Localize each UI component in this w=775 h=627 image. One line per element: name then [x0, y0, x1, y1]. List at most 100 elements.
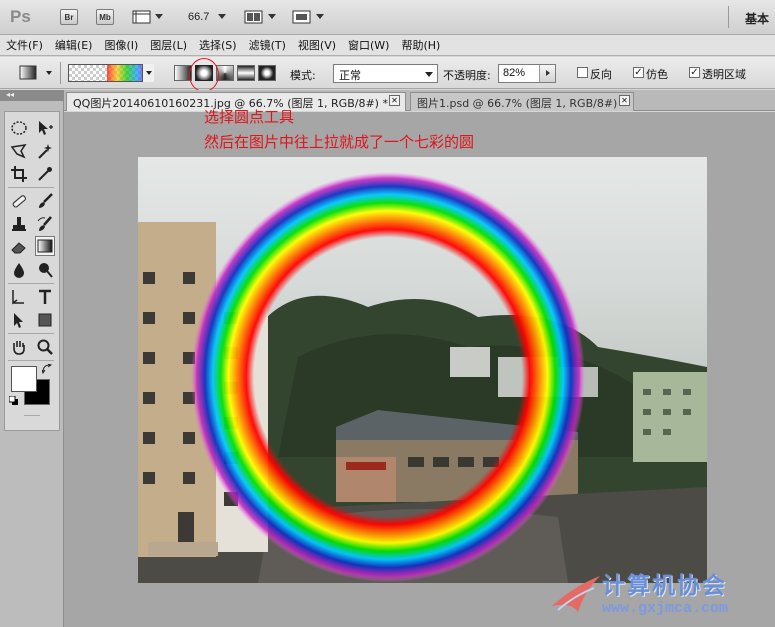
workspace-switcher[interactable]: 基本	[745, 10, 769, 27]
menu-bar: 文件(F) 编辑(E) 图像(I) 图层(L) 选择(S) 滤镜(T) 视图(V…	[0, 35, 775, 56]
photoshop-logo: Ps	[10, 7, 31, 26]
transparency-label: 透明区域	[702, 68, 746, 81]
close-tab-icon[interactable]: ✕	[389, 95, 400, 106]
water-drop-icon	[14, 263, 24, 278]
menu-image[interactable]: 图像(I)	[104, 37, 138, 53]
gradient-icon	[37, 239, 53, 253]
reverse-checkbox[interactable]	[577, 67, 588, 78]
divider	[728, 6, 729, 28]
watermark-logo	[552, 576, 600, 612]
opacity-slider-toggle[interactable]	[539, 65, 555, 82]
photo-content	[138, 172, 707, 583]
history-brush-tool[interactable]	[35, 214, 55, 234]
zoom-tool[interactable]	[35, 337, 55, 357]
menu-help[interactable]: 帮助(H)	[401, 37, 440, 53]
watermark-url: www.gxjmca.com	[602, 600, 729, 617]
crop-tool[interactable]	[9, 164, 29, 184]
chevron-down-icon	[316, 14, 324, 19]
watermark-title: 计算机协会	[602, 572, 727, 599]
foreground-color-swatch[interactable]	[11, 366, 37, 392]
divider	[8, 283, 54, 284]
tab-title: 图片1.psd @ 66.7% (图层 1, RGB/8#)	[417, 97, 618, 110]
divider	[24, 415, 40, 416]
pen-tool[interactable]	[9, 287, 29, 307]
bridge-button[interactable]: Br	[60, 9, 78, 25]
opacity-label: 不透明度:	[443, 69, 491, 82]
diamond-gradient-button[interactable]	[258, 65, 276, 81]
rainbow-gradient-swatch	[107, 65, 147, 81]
menu-edit[interactable]: 编辑(E)	[55, 37, 93, 53]
screen-mode-icon	[292, 10, 311, 24]
blend-mode-select[interactable]: 正常	[333, 64, 438, 83]
mode-label: 模式:	[290, 69, 316, 82]
annotation-highlight-circle	[189, 58, 219, 92]
zoom-chevron-down-icon[interactable]	[218, 14, 226, 19]
dither-label: 仿色	[646, 68, 668, 81]
history-brush-icon	[37, 216, 52, 231]
brush-tool[interactable]	[35, 191, 55, 211]
chevron-down-icon	[46, 71, 52, 75]
rectangle-icon	[38, 313, 52, 327]
brush-icon	[39, 193, 53, 208]
magic-wand-icon	[38, 144, 52, 159]
move-tool[interactable]	[35, 118, 55, 138]
arrange-icon	[244, 10, 263, 24]
hand-tool[interactable]	[9, 337, 29, 357]
divider	[60, 62, 61, 84]
clone-stamp-tool[interactable]	[9, 214, 29, 234]
reverse-label: 反向	[590, 68, 612, 81]
eraser-icon	[11, 242, 26, 254]
eyedropper-icon	[38, 167, 52, 181]
divider	[8, 333, 54, 334]
document-canvas[interactable]	[138, 157, 707, 583]
menu-layer[interactable]: 图层(L)	[150, 37, 187, 53]
blur-tool[interactable]	[9, 260, 29, 280]
application-bar: Ps Br Mb 66.7 基本	[0, 0, 775, 35]
hand-icon	[13, 341, 25, 355]
close-tab-icon[interactable]: ✕	[619, 95, 630, 106]
crop-icon	[11, 166, 27, 182]
mini-bridge-button[interactable]: Mb	[96, 9, 114, 25]
pen-icon	[12, 290, 24, 305]
reflected-gradient-button[interactable]	[237, 65, 255, 81]
select-arrow-icon	[14, 313, 23, 328]
ellipse-marquee-icon	[11, 121, 27, 135]
divider	[8, 360, 54, 361]
move-arrow-icon	[39, 121, 53, 135]
grid-extras-icon	[132, 10, 151, 24]
bandage-icon	[12, 195, 26, 208]
tool-preset-picker[interactable]	[14, 64, 56, 82]
view-extras-button[interactable]	[132, 9, 166, 26]
eraser-tool[interactable]	[9, 237, 29, 257]
magnifier-icon	[37, 339, 53, 355]
chevron-down-icon	[268, 14, 276, 19]
dither-checkbox[interactable]: ✓	[633, 67, 644, 78]
annotation-text: 选择圆点工具	[204, 108, 295, 126]
healing-brush-tool[interactable]	[9, 191, 29, 211]
marquee-tool[interactable]	[9, 118, 29, 138]
gradient-picker-dropdown[interactable]	[142, 64, 154, 82]
menu-window[interactable]: 窗口(W)	[348, 37, 389, 53]
document-tab[interactable]: 图片1.psd @ 66.7% (图层 1, RGB/8#)	[410, 92, 634, 111]
path-select-tool[interactable]	[9, 310, 29, 330]
shape-tool[interactable]	[35, 310, 55, 330]
zoom-level[interactable]: 66.7	[188, 11, 209, 23]
dodge-tool[interactable]	[35, 260, 55, 280]
menu-file[interactable]: 文件(F)	[6, 37, 43, 53]
menu-filter[interactable]: 滤镜(T)	[249, 37, 286, 53]
collapse-panel-icon[interactable]: ◂◂	[6, 90, 14, 99]
menu-view[interactable]: 视图(V)	[298, 37, 336, 53]
menu-select[interactable]: 选择(S)	[199, 37, 237, 53]
type-tool[interactable]	[35, 287, 55, 307]
quick-select-tool[interactable]	[35, 141, 55, 161]
transparency-checkbox[interactable]: ✓	[689, 67, 700, 78]
default-colors-icon[interactable]	[9, 396, 19, 406]
chevron-down-icon	[155, 14, 163, 19]
eyedropper-tool[interactable]	[35, 164, 55, 184]
lasso-tool[interactable]	[9, 141, 29, 161]
screen-mode-button[interactable]	[292, 9, 328, 26]
swap-colors-icon[interactable]	[42, 364, 52, 374]
gradient-tool[interactable]	[35, 236, 55, 256]
annotation-text: 然后在图片中往上拉就成了一个七彩的圆	[204, 133, 475, 151]
arrange-documents-button[interactable]	[244, 9, 280, 26]
